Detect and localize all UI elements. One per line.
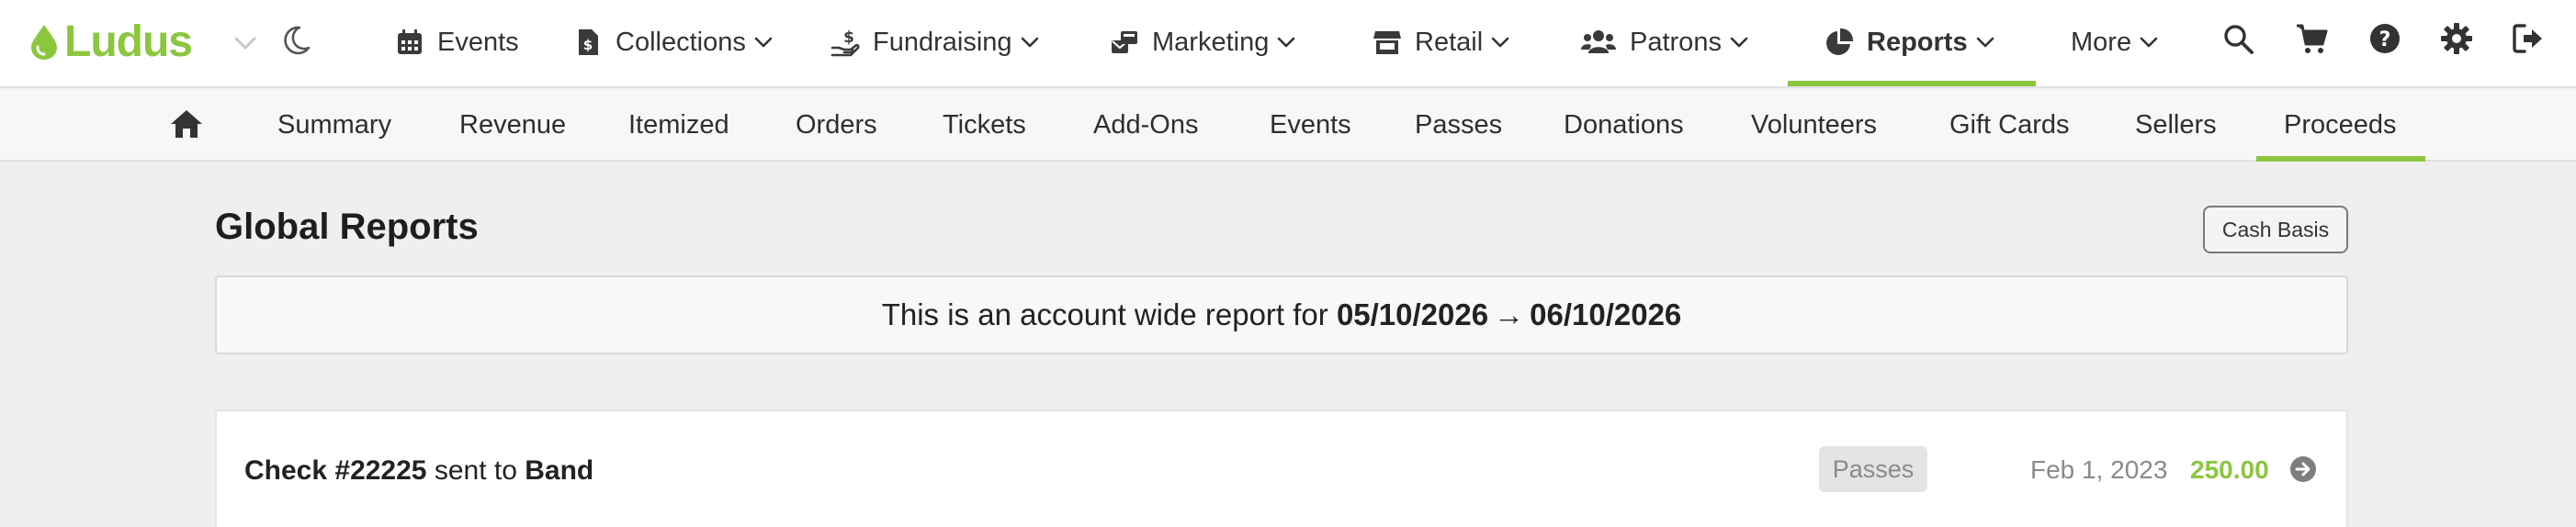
subnav-item-orders[interactable]: Orders [796, 90, 877, 160]
check-label: Check #22225 [244, 455, 427, 486]
range-start-date: 05/10/2026 [1336, 297, 1489, 331]
search-icon[interactable] [2221, 22, 2254, 55]
nav-item-retail[interactable]: Retail [1373, 0, 1510, 84]
nav-item-events[interactable]: Events [395, 0, 519, 84]
category-badge: Passes [1819, 446, 1927, 492]
chevron-down-icon [754, 37, 773, 48]
nav-label: Patrons [1630, 27, 1722, 57]
chevron-down-icon [1278, 37, 1295, 48]
proceeds-description: Check #22225 sent to Band [244, 455, 593, 487]
reports-sub-navigation: Summary Revenue Itemized Orders Tickets … [0, 90, 2576, 162]
nav-item-more[interactable]: More [2071, 0, 2159, 84]
question-circle-icon[interactable]: ? [2368, 22, 2401, 55]
active-subnav-indicator [2256, 156, 2425, 162]
nav-item-reports[interactable]: Reports [1825, 0, 1995, 84]
subnav-item-tickets[interactable]: Tickets [943, 90, 1026, 160]
subnav-item-proceeds[interactable]: Proceeds [2284, 90, 2397, 160]
chevron-down-icon [1730, 37, 1748, 48]
arrow-circle-right-icon[interactable] [2289, 455, 2317, 483]
page-title: Global Reports [215, 207, 479, 247]
proceeds-amount: 250.00 [2190, 455, 2269, 484]
nav-label: Marketing [1152, 27, 1270, 57]
subnav-item-events[interactable]: Events [1270, 90, 1351, 160]
subnav-item-gift-cards[interactable]: Gift Cards [1949, 90, 2070, 160]
svg-text:?: ? [2379, 28, 2391, 51]
subnav-item-donations[interactable]: Donations [1564, 90, 1684, 160]
ludus-logo[interactable]: Ludus [28, 17, 193, 66]
nav-item-patrons[interactable]: Patrons [1580, 0, 1749, 84]
recipient-name: Band [525, 455, 594, 486]
report-date-range-banner: This is an account wide report for 05/10… [215, 275, 2348, 354]
gear-icon[interactable] [2440, 22, 2473, 55]
home-icon[interactable] [169, 107, 204, 140]
top-navigation-bar: Ludus Events $ Collections $ Fundraising [0, 0, 2576, 88]
nav-label: Retail [1415, 27, 1484, 57]
pie-chart-icon [1826, 28, 1854, 55]
nav-label: Events [437, 27, 519, 57]
nav-label: More [2071, 27, 2132, 57]
range-prefix: This is an account wide report for [881, 297, 1328, 331]
subnav-item-itemized[interactable]: Itemized [628, 90, 729, 160]
mail-bulk-icon [1112, 31, 1137, 53]
chevron-down-icon[interactable] [232, 29, 259, 57]
subnav-item-revenue[interactable]: Revenue [459, 90, 566, 160]
range-arrow: → [1494, 297, 1525, 331]
subnav-item-sellers[interactable]: Sellers [2135, 90, 2217, 160]
svg-text:$: $ [583, 37, 593, 53]
proceeds-row[interactable]: Check #22225 sent to Band Passes Feb 1, … [215, 409, 2348, 527]
subnav-item-add-ons[interactable]: Add-Ons [1093, 90, 1198, 160]
nav-item-collections[interactable]: $ Collections [573, 0, 774, 84]
sent-to-text: sent to [434, 455, 517, 486]
calendar-icon [398, 29, 422, 54]
subnav-item-summary[interactable]: Summary [277, 90, 391, 160]
store-icon [1373, 31, 1401, 54]
chevron-down-icon [1021, 37, 1038, 48]
nav-label: Reports [1867, 27, 1968, 57]
nav-item-marketing[interactable]: Marketing [1110, 0, 1296, 84]
water-drop-icon [31, 25, 57, 60]
range-end-date: 06/10/2026 [1530, 297, 1682, 331]
chevron-down-icon [2140, 37, 2158, 48]
cash-basis-button[interactable]: Cash Basis [2203, 206, 2348, 253]
receipt-icon: $ [579, 29, 598, 55]
subnav-item-volunteers[interactable]: Volunteers [1751, 90, 1877, 160]
users-icon [1581, 30, 1616, 53]
hand-donate-icon: $ [830, 28, 860, 57]
active-nav-indicator [1788, 81, 2036, 86]
cart-icon[interactable] [2295, 22, 2328, 55]
nav-item-fundraising[interactable]: $ Fundraising [830, 0, 1040, 84]
brand-name: Ludus [64, 17, 193, 66]
subnav-item-passes[interactable]: Passes [1415, 90, 1502, 160]
proceeds-date: Feb 1, 2023 [2030, 455, 2168, 484]
sign-out-icon[interactable] [2512, 22, 2545, 55]
chevron-down-icon [1491, 37, 1509, 48]
chevron-down-icon [1976, 37, 1994, 48]
moon-icon[interactable] [279, 24, 312, 57]
nav-label: Collections [616, 27, 746, 57]
svg-text:$: $ [843, 28, 854, 47]
nav-label: Fundraising [873, 27, 1012, 57]
